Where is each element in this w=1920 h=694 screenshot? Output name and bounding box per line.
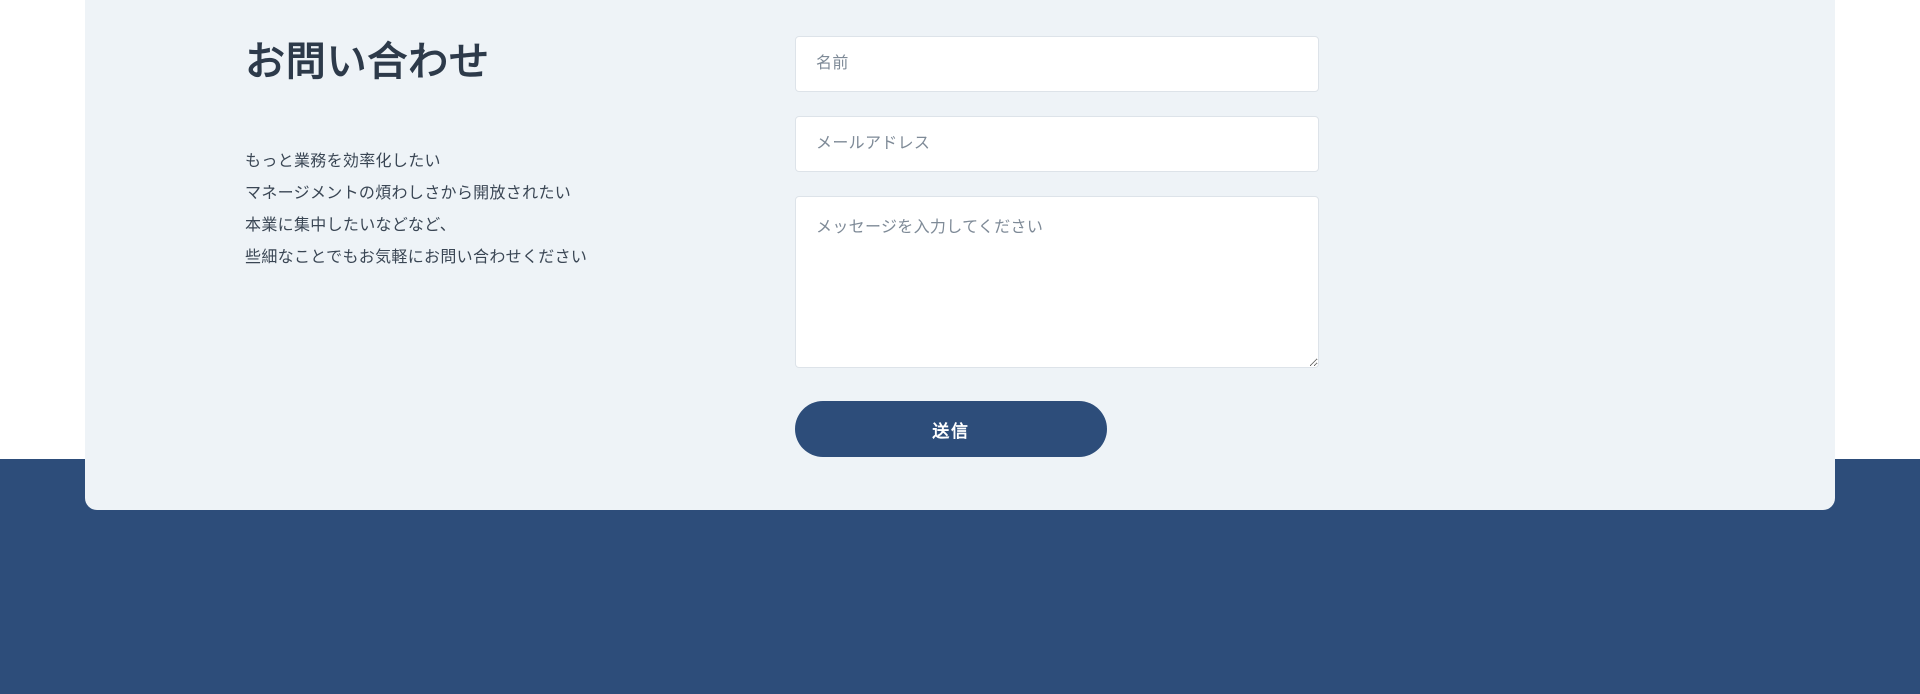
name-field-wrapper xyxy=(795,36,1319,92)
message-field-wrapper xyxy=(795,196,1319,373)
contact-card: お問い合わせ もっと業務を効率化したい マネージメントの煩わしさから開放されたい… xyxy=(85,0,1835,510)
email-field-wrapper xyxy=(795,116,1319,172)
contact-desc-line: 些細なことでもお気軽にお問い合わせください xyxy=(245,242,715,274)
contact-desc-line: 本業に集中したいなどなど、 xyxy=(245,210,715,242)
contact-desc-line: もっと業務を効率化したい xyxy=(245,146,715,178)
contact-info-column: お問い合わせ もっと業務を効率化したい マネージメントの煩わしさから開放されたい… xyxy=(245,36,715,457)
contact-description: もっと業務を効率化したい マネージメントの煩わしさから開放されたい 本業に集中し… xyxy=(245,146,715,274)
name-input[interactable] xyxy=(795,36,1319,92)
submit-button[interactable]: 送信 xyxy=(795,401,1107,457)
email-input[interactable] xyxy=(795,116,1319,172)
message-textarea[interactable] xyxy=(795,196,1319,368)
contact-heading: お問い合わせ xyxy=(245,36,715,88)
contact-card-inner: お問い合わせ もっと業務を効率化したい マネージメントの煩わしさから開放されたい… xyxy=(245,36,1475,457)
contact-form-column: 送信 xyxy=(795,36,1319,457)
contact-desc-line: マネージメントの煩わしさから開放されたい xyxy=(245,178,715,210)
contact-form: 送信 xyxy=(795,36,1319,457)
